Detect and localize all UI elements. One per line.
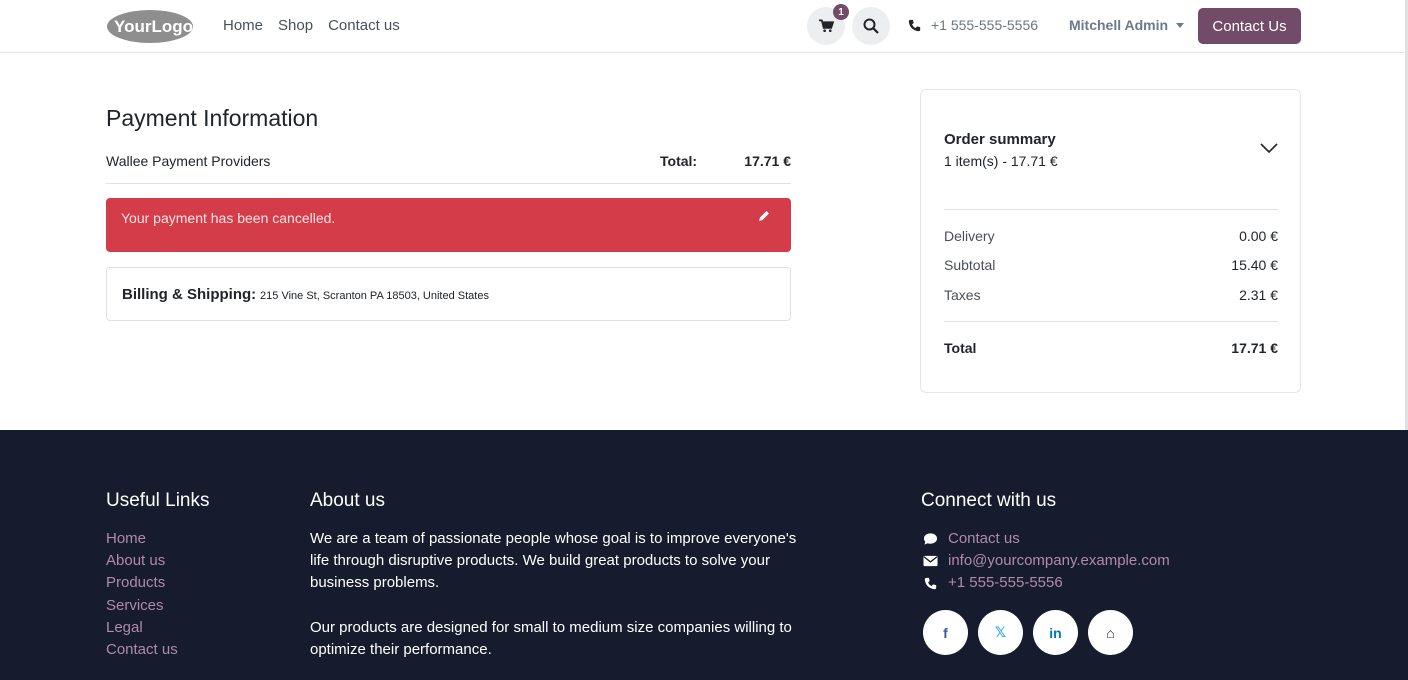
payment-provider-row: Wallee Payment Providers Total: 17.71 € [106, 152, 791, 184]
main-nav: Home Shop Contact us [223, 17, 400, 34]
site-logo[interactable]: YourLogo [106, 9, 194, 44]
footer-link-products[interactable]: Products [106, 572, 178, 594]
x-twitter-icon[interactable]: 𝕏 [978, 610, 1023, 655]
alert-message: Your payment has been cancelled. [121, 210, 336, 226]
cart-icon [818, 19, 834, 32]
footer-link-legal[interactable]: Legal [106, 617, 178, 639]
total-value: 17.71 € [744, 153, 791, 169]
home-icon[interactable]: ⌂ [1088, 610, 1133, 655]
useful-links-list: Home About us Products Services Legal Co… [106, 528, 178, 661]
phone-icon [922, 576, 938, 592]
useful-links-title: Useful Links [106, 490, 210, 511]
contact-us-button[interactable]: Contact Us [1198, 8, 1301, 44]
summary-row-value: 0.00 € [1239, 228, 1278, 244]
summary-divider [944, 321, 1278, 322]
order-summary-card: Order summary 1 item(s) - 17.71 € Delive… [920, 89, 1301, 393]
summary-row-label: Subtotal [944, 257, 996, 273]
search-icon [863, 18, 879, 34]
nav-contact-us[interactable]: Contact us [328, 17, 400, 34]
envelope-icon [922, 553, 938, 569]
summary-row-label: Delivery [944, 228, 995, 244]
header-phone-text: +1 555-555-5556 [931, 17, 1039, 33]
about-paragraph-1: We are a team of passionate people whose… [310, 530, 797, 592]
about-paragraph-2: Our products are designed for small to m… [310, 618, 792, 658]
summary-divider [944, 209, 1278, 210]
nav-home[interactable]: Home [223, 17, 263, 34]
page-title: Payment Information [106, 105, 319, 131]
user-menu[interactable]: Mitchell Admin [1069, 17, 1185, 33]
provider-name: Wallee Payment Providers [106, 153, 271, 169]
connect-title: Connect with us [921, 490, 1057, 511]
connect-email-link[interactable]: info@yourcompany.example.com [948, 550, 1170, 572]
connect-contact-row[interactable]: Contact us [922, 528, 1170, 550]
social-links: f 𝕏 in ⌂ [923, 610, 1133, 655]
site-footer: Useful Links Home About us Products Serv… [0, 430, 1408, 680]
phone-icon [908, 19, 921, 31]
total-label: Total: [660, 153, 698, 169]
summary-total-label: Total [944, 340, 977, 356]
summary-total-value: 17.71 € [1231, 340, 1278, 356]
site-header: YourLogo Home Shop Contact us 1 +1 555-5… [0, 0, 1408, 53]
chevron-down-icon[interactable] [1260, 142, 1278, 154]
caret-down-icon [1176, 23, 1185, 28]
x-twitter-glyph: 𝕏 [994, 624, 1007, 640]
footer-link-about[interactable]: About us [106, 550, 178, 572]
pencil-icon[interactable] [757, 209, 771, 223]
summary-row-label: Taxes [944, 287, 981, 303]
footer-link-contact[interactable]: Contact us [106, 639, 178, 661]
summary-row-value: 2.31 € [1239, 287, 1278, 303]
connect-email-row[interactable]: info@yourcompany.example.com [922, 550, 1170, 572]
linkedin-icon[interactable]: in [1033, 610, 1078, 655]
connect-contact-link[interactable]: Contact us [948, 528, 1020, 550]
billing-address: 215 Vine St, Scranton PA 18503, United S… [260, 290, 489, 302]
home-glyph: ⌂ [1106, 624, 1115, 641]
order-summary-title: Order summary [944, 131, 1056, 148]
about-us-text: We are a team of passionate people whose… [310, 528, 800, 680]
svg-text:YourLogo: YourLogo [114, 17, 193, 36]
search-button[interactable] [852, 7, 890, 45]
cart-count-badge: 1 [833, 4, 849, 20]
user-name: Mitchell Admin [1069, 17, 1169, 33]
billing-label: Billing & Shipping: [122, 286, 257, 303]
summary-row-value: 15.40 € [1231, 257, 1278, 273]
order-summary-items: 1 item(s) - 17.71 € [944, 153, 1058, 169]
footer-link-home[interactable]: Home [106, 528, 178, 550]
about-us-title: About us [310, 490, 385, 511]
comment-icon [922, 531, 938, 547]
connect-list: Contact us info@yourcompany.example.com … [922, 528, 1170, 595]
connect-phone-row[interactable]: +1 555-555-5556 [922, 572, 1170, 594]
facebook-icon[interactable]: f [923, 610, 968, 655]
facebook-glyph: f [943, 624, 948, 641]
linkedin-glyph: in [1049, 624, 1062, 641]
payment-cancelled-alert: Your payment has been cancelled. [106, 198, 791, 252]
footer-link-services[interactable]: Services [106, 595, 178, 617]
billing-shipping-box: Billing & Shipping: 215 Vine St, Scranto… [106, 267, 791, 321]
connect-phone-link[interactable]: +1 555-555-5556 [948, 572, 1063, 594]
header-phone[interactable]: +1 555-555-5556 [908, 17, 1038, 33]
nav-shop[interactable]: Shop [278, 17, 313, 34]
